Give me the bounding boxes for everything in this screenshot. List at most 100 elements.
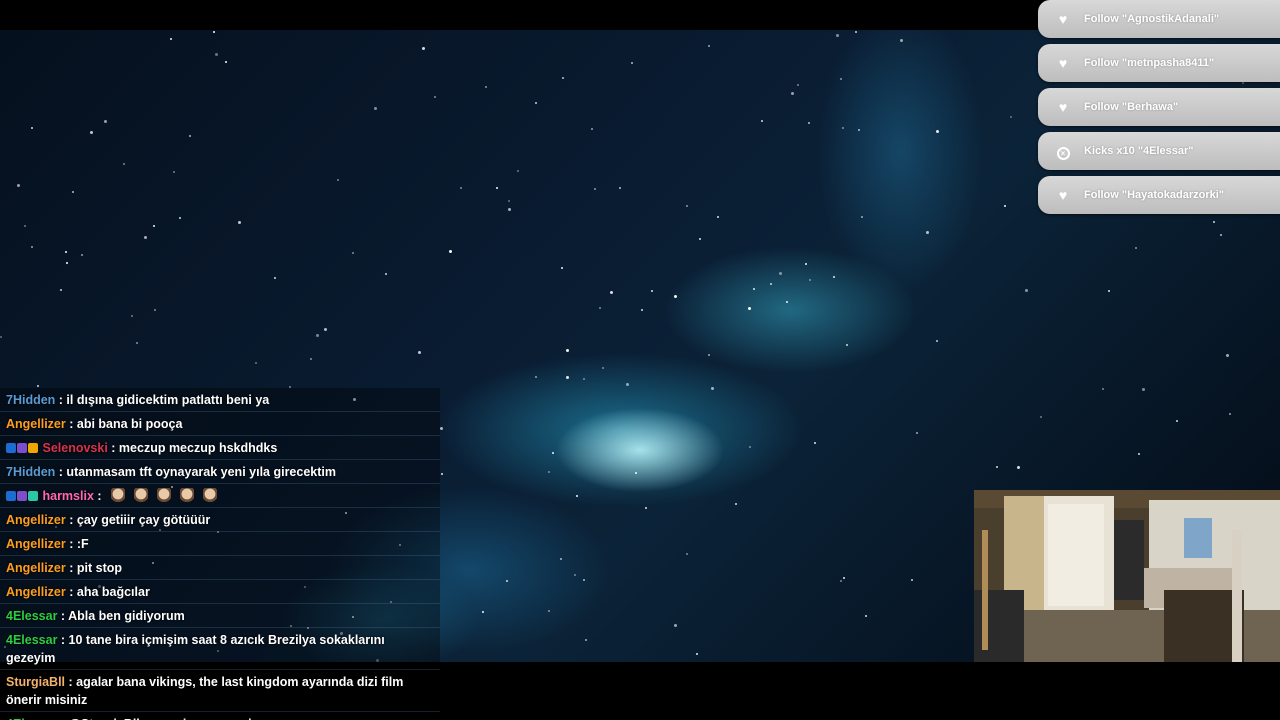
- star: [748, 307, 751, 310]
- chat-username[interactable]: harmslix: [42, 489, 93, 503]
- chat-message: Angellizer : :F: [0, 532, 440, 556]
- star: [576, 495, 578, 497]
- star: [1229, 413, 1231, 415]
- chat-username[interactable]: 4Elessar: [6, 633, 57, 647]
- star: [24, 225, 26, 227]
- star: [635, 472, 637, 474]
- chat-message: 7Hidden : utanmasam tft oynayarak yeni y…: [0, 460, 440, 484]
- star: [594, 188, 596, 190]
- emote-icon: [202, 488, 217, 503]
- star: [797, 84, 799, 86]
- star: [651, 290, 653, 292]
- star: [840, 580, 842, 582]
- chat-username[interactable]: 7Hidden: [6, 393, 55, 407]
- alert-item: ♥ Follow "AgnostikAdanali": [1038, 0, 1280, 38]
- star: [225, 61, 227, 63]
- star: [566, 376, 569, 379]
- star: [179, 217, 181, 219]
- user-badge-icon: [6, 443, 16, 453]
- star: [506, 580, 508, 582]
- chat-text: : aha bağcılar: [69, 585, 150, 599]
- user-badge-icon: [28, 491, 38, 501]
- chat-username[interactable]: Angellizer: [6, 561, 66, 575]
- chat-username[interactable]: 4Elessar: [6, 609, 57, 623]
- star: [585, 639, 587, 641]
- emote-icon: [156, 488, 171, 503]
- star: [535, 102, 537, 104]
- star: [846, 344, 848, 346]
- chat-text: : agalar bana vikings, the last kingdom …: [6, 675, 404, 707]
- star: [548, 610, 550, 612]
- chat-username[interactable]: Angellizer: [6, 513, 66, 527]
- star: [310, 358, 312, 360]
- chat-username[interactable]: Angellizer: [6, 417, 66, 431]
- user-badge-icon: [6, 491, 16, 501]
- chat-text: : abi bana bi pooça: [69, 417, 183, 431]
- star: [17, 184, 20, 187]
- star: [60, 289, 62, 291]
- star: [482, 611, 484, 613]
- emote-icon: [179, 488, 194, 503]
- star: [1226, 354, 1229, 357]
- star: [626, 383, 629, 386]
- star: [686, 553, 688, 555]
- star: [508, 200, 510, 202]
- alert-item: ♥ Follow "metnpasha8411": [1038, 44, 1280, 82]
- star: [674, 624, 677, 627]
- star: [255, 362, 257, 364]
- star: [508, 208, 511, 211]
- chat-username[interactable]: Angellizer: [6, 537, 66, 551]
- star: [337, 179, 339, 181]
- chat-text: : 10 tane bira içmişim saat 8 azıcık Bre…: [6, 633, 385, 665]
- star: [1010, 116, 1012, 118]
- emote-icon: [133, 488, 148, 503]
- alert-item: × Kicks x10 "4Elessar": [1038, 132, 1280, 170]
- chat-text: : utanmasam tft oynayarak yeni yıla gire…: [58, 465, 336, 479]
- chat-message: 4Elessar : 10 tane bira içmişim saat 8 a…: [0, 628, 440, 670]
- star: [779, 272, 782, 275]
- chat-message: harmslix :: [0, 484, 440, 508]
- star: [814, 442, 816, 444]
- chat-username[interactable]: Angellizer: [6, 585, 66, 599]
- star: [496, 187, 498, 189]
- star: [37, 385, 39, 387]
- chat-message: Selenovski : meczup meczup hskdhdks: [0, 436, 440, 460]
- user-badge-icon: [17, 491, 27, 501]
- star: [153, 225, 155, 227]
- star: [1040, 416, 1042, 418]
- star: [460, 187, 462, 189]
- webcam-room-image: [974, 490, 1280, 662]
- star: [610, 291, 613, 294]
- star: [911, 579, 913, 581]
- chat-text: : meczup meczup hskdhdks: [111, 441, 278, 455]
- star: [641, 309, 643, 311]
- star: [711, 387, 714, 390]
- star: [1220, 234, 1222, 236]
- star: [31, 127, 33, 129]
- star: [154, 309, 156, 311]
- star: [535, 376, 537, 378]
- chat-message: 4Elessar : Abla ben gidiyorum: [0, 604, 440, 628]
- star: [189, 135, 191, 137]
- star: [855, 31, 857, 33]
- chat-message: 7Hidden : il dışına gidicektim patlattı …: [0, 388, 440, 412]
- star: [619, 187, 621, 189]
- chat-text: : pit stop: [69, 561, 122, 575]
- star: [561, 267, 563, 269]
- star: [324, 328, 327, 331]
- user-badge-icon: [17, 443, 27, 453]
- star: [123, 163, 125, 165]
- chat-text: : çay getiiir çay götüüür: [69, 513, 211, 527]
- chat-username[interactable]: Selenovski: [42, 441, 107, 455]
- star: [770, 283, 772, 285]
- star: [631, 62, 633, 64]
- star: [708, 45, 710, 47]
- star: [936, 340, 938, 342]
- star: [900, 39, 903, 42]
- chat-username[interactable]: 7Hidden: [6, 465, 55, 479]
- star: [1176, 420, 1178, 422]
- chat-overlay: 7Hidden : il dışına gidicektim patlattı …: [0, 388, 440, 720]
- star: [842, 127, 844, 129]
- chat-username[interactable]: SturgiaBll: [6, 675, 65, 689]
- star: [996, 466, 998, 468]
